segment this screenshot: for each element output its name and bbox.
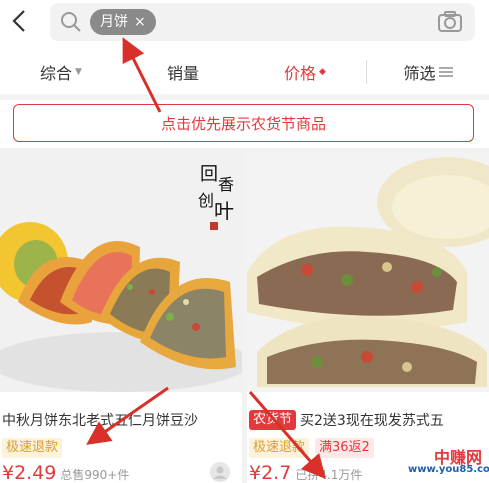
product-card[interactable]: 回 香 创 叶 中秋月饼东北老式五仁月饼豆沙 极速退款 ¥2.49 总售990+… [0,152,242,483]
tab-price[interactable]: 价格 ◆ [244,52,366,92]
product-price: ¥2.7 [249,462,292,483]
avatar-icon [210,462,230,482]
product-title: 中秋月饼东北老式五仁月饼豆沙 [2,413,198,429]
refund-tag: 极速退款 [249,438,310,458]
product-title-text: 买2送3现在现发苏式五 [300,413,444,429]
svg-text:叶: 叶 [214,199,234,223]
price-row: ¥2.7 已拼4.1万件 [249,462,362,483]
svg-text:创: 创 [198,191,214,210]
tab-label: 销量 [166,64,199,83]
search-keyword: 月饼 [100,14,128,30]
product-tags: 极速退款 [2,438,63,458]
tab-label: 价格 [284,64,317,83]
sort-arrows-icon: ◆ [319,67,326,77]
search-input[interactable]: 月饼 × [50,3,475,41]
search-header: 月饼 × [0,0,489,46]
product-image [247,152,489,392]
divider [0,94,489,100]
svg-text:回: 回 [200,164,218,185]
product-tags: 极速退款 满36返2 [249,438,374,458]
watermark-url: www.you85.com [408,464,489,475]
sold-count: 总售990+件 [60,468,130,482]
sold-count: 已拼4.1万件 [295,468,363,482]
banner-text: 点击优先展示农货节商品 [160,114,326,133]
clear-keyword-icon[interactable]: × [134,9,146,35]
tab-composite[interactable]: 综合 ▼ [0,52,122,92]
refund-tag: 极速退款 [2,438,63,458]
back-arrow-icon[interactable] [6,6,34,36]
sort-tabs: 综合 ▼ 销量 价格 ◆ 筛选 [0,52,489,92]
filter-icon [438,67,453,77]
product-image: 回 香 创 叶 [0,152,242,392]
tab-filter[interactable]: 筛选 [367,52,489,92]
product-price: ¥2.49 [2,462,57,483]
farm-festival-banner[interactable]: 点击优先展示农货节商品 [13,104,474,142]
farm-festival-badge: 农货节 [249,410,297,430]
search-icon [61,12,81,32]
watermark-logo: 中赚网 www.you85.com [406,444,489,480]
caret-down-icon: ▼ [75,67,82,77]
tab-sales[interactable]: 销量 [122,52,244,92]
camera-icon[interactable] [437,10,463,34]
tab-label: 综合 [40,64,73,83]
product-card[interactable]: 农货节 买2送3现在现发苏式五 极速退款 满36返2 ¥2.7 已拼4.1万件 [247,152,489,483]
price-row: ¥2.49 总售990+件 [2,462,129,483]
search-keyword-chip[interactable]: 月饼 × [90,9,156,35]
tab-label: 筛选 [403,64,436,83]
svg-text:香: 香 [218,175,234,194]
promo-tag: 满36返2 [315,438,374,458]
product-title: 农货节 买2送3现在现发苏式五 [249,410,489,430]
